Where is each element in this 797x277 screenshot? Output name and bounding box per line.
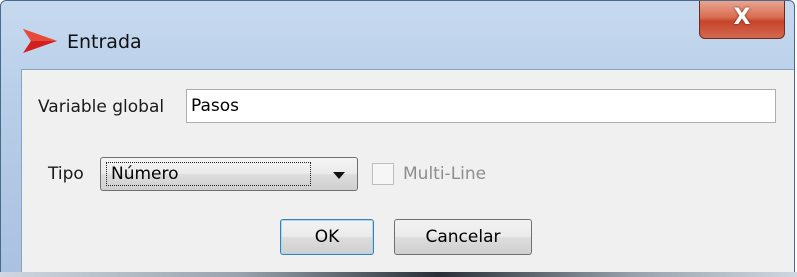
- window-title: Entrada: [67, 31, 142, 53]
- multiline-checkbox[interactable]: [372, 163, 394, 185]
- tipo-select[interactable]: Número: [100, 157, 358, 191]
- tipo-selected-value: Número: [106, 162, 311, 186]
- window-shadow: [0, 272, 797, 277]
- ok-button[interactable]: OK: [280, 219, 374, 255]
- variable-global-input[interactable]: Pasos: [186, 89, 776, 123]
- variable-global-label: Variable global: [38, 97, 165, 117]
- dialog-window: Entrada X Variable global Pasos Tipo Núm…: [0, 0, 795, 275]
- close-button[interactable]: X: [699, 1, 785, 39]
- red-arrow-icon: [23, 29, 57, 53]
- close-icon: X: [733, 5, 751, 30]
- tipo-label: Tipo: [48, 164, 84, 184]
- dialog-content: Variable global Pasos Tipo Número Multi-…: [21, 69, 794, 273]
- cancel-button[interactable]: Cancelar: [394, 219, 532, 255]
- multiline-label: Multi-Line: [403, 164, 487, 184]
- chevron-down-icon: [333, 172, 345, 179]
- title-bar[interactable]: Entrada X: [1, 1, 794, 65]
